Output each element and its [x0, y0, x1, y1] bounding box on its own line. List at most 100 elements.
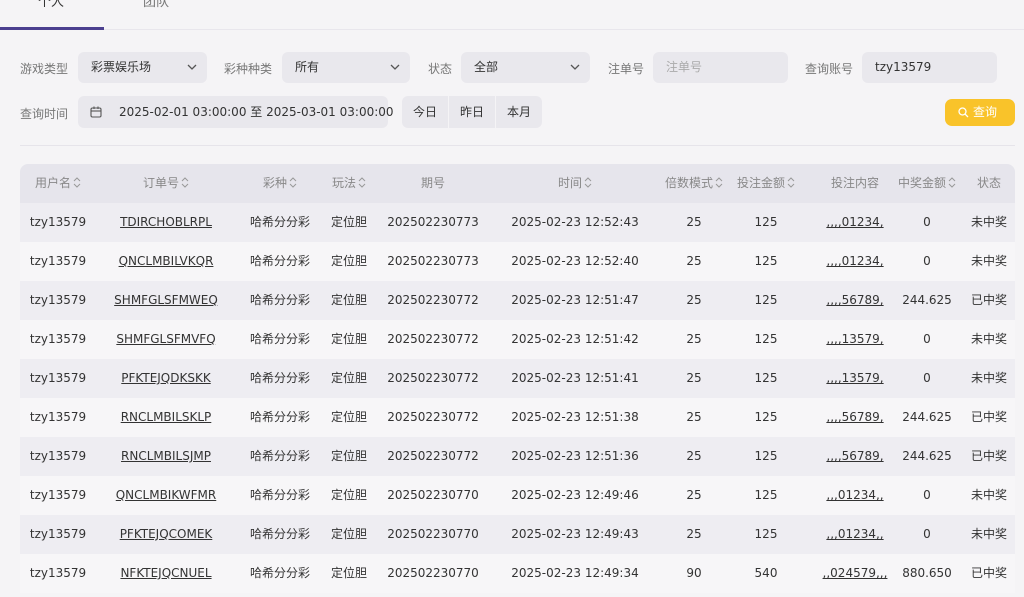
header-label: 用户名 — [34, 176, 71, 190]
cell-username: tzy13579 — [29, 215, 87, 229]
today-button[interactable]: 今日 — [402, 96, 450, 128]
cell-win-amount: 880.650 — [902, 566, 952, 580]
header-label: 投注内容 — [830, 176, 879, 190]
cell-bet-amount: 125 — [754, 215, 778, 229]
cell-username: tzy13579 — [29, 488, 87, 502]
cell-multiplier: 25 — [686, 449, 702, 463]
header-username[interactable]: 用户名 — [23, 164, 93, 203]
cell-status: 已中奖 — [970, 449, 1007, 463]
cell-issue: 202502230770 — [387, 566, 479, 580]
sort-icon[interactable] — [289, 177, 297, 188]
lottery-type-value: 所有 — [295, 60, 320, 74]
header-win-amount[interactable]: 中奖金额 — [887, 164, 967, 203]
cell-lottery: 哈希分分彩 — [249, 371, 310, 385]
tab-team[interactable]: 团队 — [143, 0, 169, 10]
cell-order-id[interactable]: RNCLMBILSJMP — [106, 437, 226, 476]
cell-username: tzy13579 — [29, 449, 87, 463]
cell-lottery: 哈希分分彩 — [249, 488, 310, 502]
table-row: tzy13579 SHMFGLSFMVFQ 哈希分分彩 定位胆 202502230772… — [20, 320, 1015, 359]
cell-play-type: 定位胆 — [330, 488, 367, 502]
cell-time: 2025-02-23 12:52:43 — [511, 215, 639, 229]
table-row: tzy13579 SHMFGLSFMWEQ 哈希分分彩 定位胆 202502230772… — [20, 281, 1015, 320]
header-issue: 期号 — [378, 164, 488, 203]
cell-bet-amount: 125 — [754, 410, 778, 424]
table-header: 用户名 订单号 彩种 玩法 期号 时间 倍数模式 投注金额 投注内容 中奖金额 状态 — [20, 164, 1015, 203]
table-row: tzy13579 QNCLMBIKWFMR 哈希分分彩 定位胆 202502230770… — [20, 476, 1015, 515]
game-type-select[interactable]: 彩票娱乐场 — [78, 52, 207, 83]
header-label: 期号 — [420, 176, 445, 190]
cell-win-amount: 0 — [923, 332, 931, 346]
cell-username: tzy13579 — [29, 293, 87, 307]
cell-status: 未中奖 — [970, 371, 1007, 385]
bet-records-table: 用户名 订单号 彩种 玩法 期号 时间 倍数模式 投注金额 投注内容 中奖金额 状态 tzy1357… — [20, 164, 1015, 593]
header-label: 状态 — [976, 176, 1001, 190]
cell-multiplier: 25 — [686, 332, 702, 346]
cell-order-id[interactable]: SHMFGLSFMVFQ — [106, 320, 226, 359]
cell-play-type: 定位胆 — [330, 293, 367, 307]
search-button[interactable]: 查询 — [945, 99, 1015, 126]
cell-status: 未中奖 — [970, 254, 1007, 268]
cell-play-type: 定位胆 — [330, 449, 367, 463]
cell-order-id[interactable]: QNCLMBIKWFMR — [106, 476, 226, 515]
cell-issue: 202502230770 — [387, 527, 479, 541]
tab-personal[interactable]: 个人 — [38, 0, 64, 10]
cell-win-amount: 244.625 — [902, 293, 952, 307]
table-row: tzy13579 PFKTEJQDKSKK 哈希分分彩 定位胆 202502230772… — [20, 359, 1015, 398]
cell-order-id[interactable]: NFKTEJQCNUEL — [106, 554, 226, 593]
cell-time: 2025-02-23 12:51:36 — [511, 449, 639, 463]
cell-order-id[interactable]: TDIRCHOBLRPL — [106, 203, 226, 242]
lottery-type-select[interactable]: 所有 — [282, 52, 410, 83]
cell-order-id[interactable]: PFKTEJQDKSKK — [106, 359, 226, 398]
cell-order-id[interactable]: QNCLMBILVKQR — [106, 242, 226, 281]
header-label: 玩法 — [331, 176, 356, 190]
sort-icon[interactable] — [358, 177, 366, 188]
account-input[interactable]: tzy13579 — [862, 52, 997, 83]
header-label: 倍数模式 — [664, 176, 713, 190]
cell-order-id[interactable]: SHMFGLSFMWEQ — [106, 281, 226, 320]
status-value: 全部 — [474, 60, 499, 74]
sort-icon[interactable] — [584, 177, 592, 188]
cell-multiplier: 90 — [686, 566, 702, 580]
cell-win-amount: 0 — [923, 215, 931, 229]
header-multiplier[interactable]: 倍数模式 — [659, 164, 729, 203]
cell-time: 2025-02-23 12:51:41 — [511, 371, 639, 385]
tab-bar: 个人 团队 — [0, 0, 1024, 30]
header-label: 订单号 — [142, 176, 179, 190]
header-time[interactable]: 时间 — [495, 164, 655, 203]
header-label: 时间 — [557, 176, 582, 190]
sort-icon[interactable] — [181, 177, 189, 188]
cell-play-type: 定位胆 — [330, 371, 367, 385]
date-range-value: 2025-02-01 03:00:00 至 2025-03-01 03:00:0… — [119, 105, 394, 119]
cell-lottery: 哈希分分彩 — [249, 215, 310, 229]
cell-multiplier: 25 — [686, 527, 702, 541]
this-month-button[interactable]: 本月 — [496, 96, 542, 128]
cell-issue: 202502230770 — [387, 488, 479, 502]
header-bet-amount[interactable]: 投注金额 — [731, 164, 801, 203]
sort-icon[interactable] — [948, 177, 956, 188]
cell-order-id[interactable]: PFKTEJQCOMEK — [106, 515, 226, 554]
header-lottery[interactable]: 彩种 — [240, 164, 320, 203]
cell-multiplier: 25 — [686, 410, 702, 424]
header-order-id[interactable]: 订单号 — [106, 164, 226, 203]
header-play-type[interactable]: 玩法 — [319, 164, 379, 203]
cell-issue: 202502230772 — [387, 410, 479, 424]
cell-win-amount: 244.625 — [902, 410, 952, 424]
date-range-picker[interactable]: 2025-02-01 03:00:00 至 2025-03-01 03:00:0… — [78, 96, 394, 128]
sort-icon[interactable] — [715, 177, 723, 188]
sort-icon[interactable] — [73, 177, 81, 188]
yesterday-button[interactable]: 昨日 — [449, 96, 497, 128]
cell-username: tzy13579 — [29, 527, 87, 541]
sort-icon[interactable] — [787, 177, 795, 188]
cell-lottery: 哈希分分彩 — [249, 566, 310, 580]
cell-issue: 202502230772 — [387, 332, 479, 346]
cell-order-id[interactable]: RNCLMBILSKLP — [106, 398, 226, 437]
cell-status: 已中奖 — [970, 293, 1007, 307]
order-number-input[interactable]: 注单号 — [653, 52, 788, 83]
cell-bet-amount: 125 — [754, 488, 778, 502]
cell-win-amount: 0 — [923, 527, 931, 541]
status-select[interactable]: 全部 — [461, 52, 590, 83]
cell-bet-amount: 125 — [754, 254, 778, 268]
active-tab-indicator — [0, 27, 104, 30]
chevron-down-icon — [390, 64, 400, 70]
cell-username: tzy13579 — [29, 410, 87, 424]
